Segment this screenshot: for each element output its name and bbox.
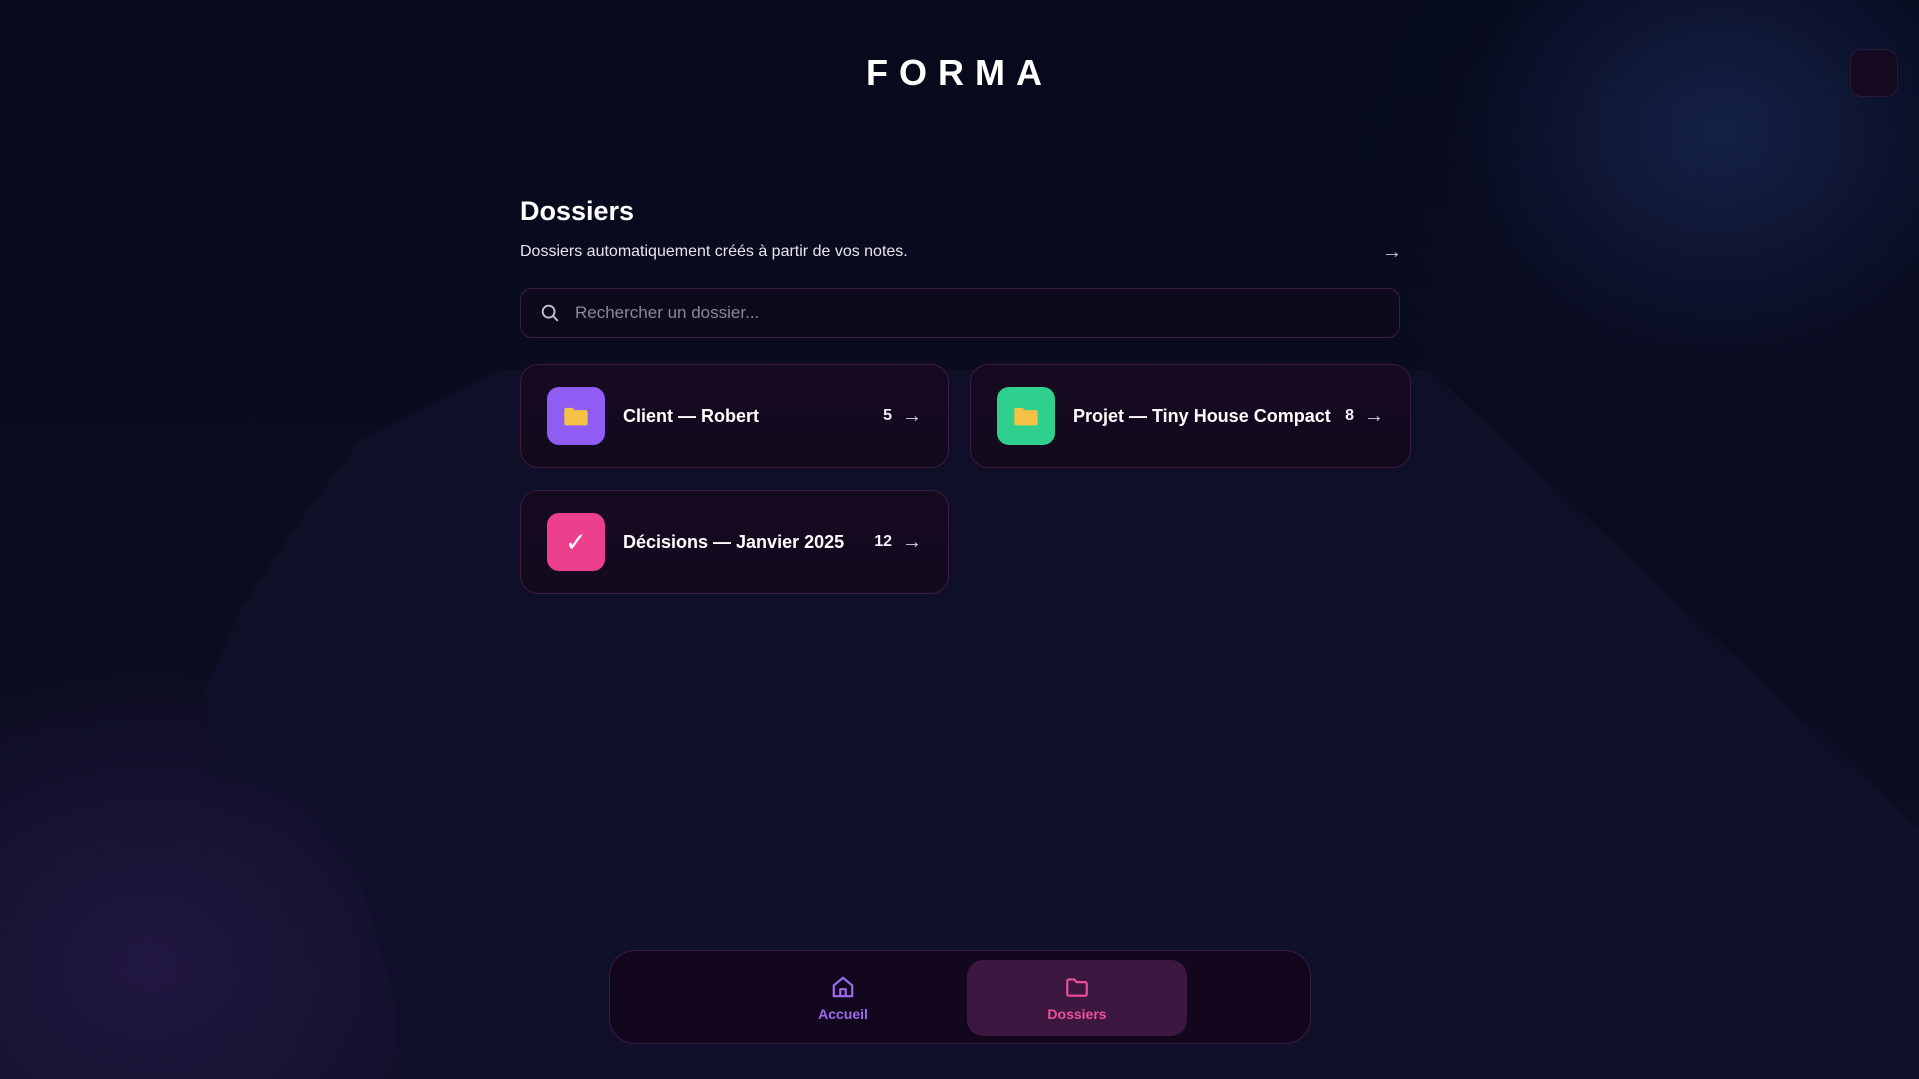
note-count: 5	[883, 407, 892, 424]
folder-card-client-robert[interactable]: Client — Robert 5 →	[520, 364, 949, 468]
nav-label: Dossiers	[1047, 1006, 1107, 1022]
brand-logo: FORMA	[866, 52, 1053, 93]
home-icon	[832, 976, 854, 998]
folder-outline-icon	[1066, 978, 1088, 997]
note-count: 8	[1345, 407, 1354, 424]
arrow-right-icon[interactable]: →	[1382, 239, 1402, 265]
folder-name: Décisions — Janvier 2025	[623, 531, 845, 552]
arrow-right-icon: →	[902, 404, 922, 427]
folder-card-decisions-janvier[interactable]: ✓ Décisions — Janvier 2025 12 →	[520, 490, 949, 594]
nav-item-dossiers[interactable]: Dossiers	[967, 960, 1187, 1036]
search-bar[interactable]	[520, 288, 1400, 338]
page-title: Dossiers	[520, 196, 635, 226]
folder-badge: ✓	[547, 513, 605, 571]
search-icon	[541, 304, 559, 322]
folder-icon	[1014, 407, 1038, 426]
page-subtitle: Dossiers automatiquement créés à partir …	[520, 243, 908, 260]
search-input[interactable]	[573, 302, 1399, 324]
folder-grid: Client — Robert 5 → Projet — Tiny House …	[520, 364, 1412, 594]
folder-badge	[997, 387, 1055, 445]
main-content: Dossiers Dossiers automatiquement créés …	[520, 193, 1412, 594]
arrow-right-icon: →	[1364, 404, 1384, 427]
nav-item-accueil[interactable]: Accueil	[733, 960, 953, 1036]
settings-button[interactable]	[1850, 49, 1898, 97]
folder-card-projet-tiny-house[interactable]: Projet — Tiny House Compact 8 →	[970, 364, 1411, 468]
nav-label: Accueil	[818, 1006, 868, 1022]
note-count: 12	[874, 533, 892, 550]
app-screen: FORMA Dossiers Dossiers automatiquement …	[0, 0, 1919, 1079]
folder-name: Projet — Tiny House Compact	[1073, 405, 1331, 426]
folder-badge	[547, 387, 605, 445]
check-icon: ✓	[565, 527, 587, 557]
folder-icon	[564, 407, 588, 426]
folder-name: Client — Robert	[623, 405, 760, 426]
arrow-right-icon: →	[902, 530, 922, 553]
bottom-navigation: Accueil Dossiers	[609, 950, 1311, 1044]
subtitle-row: Dossiers automatiquement créés à partir …	[520, 239, 1402, 265]
